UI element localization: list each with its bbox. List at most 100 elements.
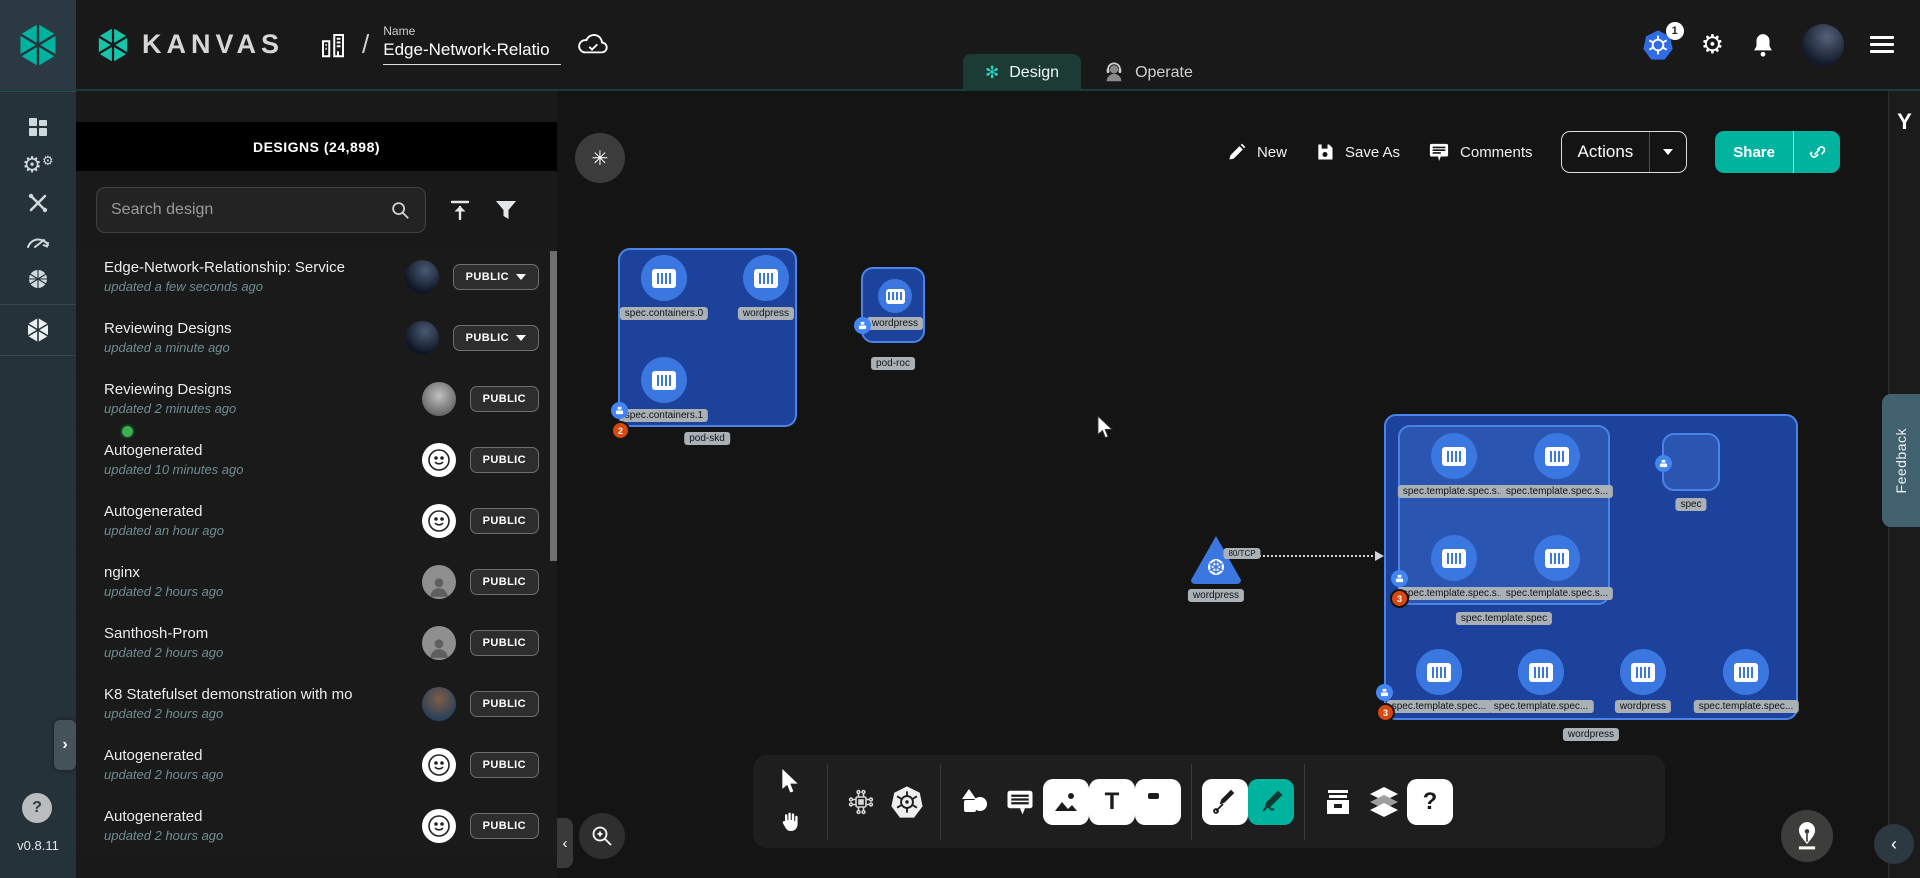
- kubernetes-context-button[interactable]: 1: [1641, 29, 1675, 61]
- node-spec[interactable]: [1662, 433, 1720, 491]
- search-icon[interactable]: [389, 199, 411, 221]
- template-info-badge[interactable]: [1391, 570, 1408, 587]
- menu-hamburger-icon[interactable]: [1870, 36, 1894, 53]
- kubernetes-components-tool[interactable]: [884, 779, 930, 825]
- rail-lifecycle-gears-icon[interactable]: ⚙⚙: [0, 146, 76, 184]
- tab-shape-tool[interactable]: [1135, 779, 1181, 825]
- node-pod-skd[interactable]: spec.containers.0 wordpress spec.contain…: [618, 248, 797, 427]
- panel-scrollbar[interactable]: [550, 251, 557, 561]
- zoom-in-button[interactable]: [579, 813, 625, 859]
- import-design-icon[interactable]: [448, 198, 472, 222]
- visibility-badge[interactable]: PUBLIC: [470, 569, 539, 595]
- node-container[interactable]: [1534, 535, 1580, 581]
- design-row[interactable]: nginxupdated 2 hours ago PUBLIC: [76, 552, 557, 611]
- design-row[interactable]: Edge-Network-Relationship: Serviceupdate…: [76, 247, 557, 306]
- node-container[interactable]: [1416, 649, 1462, 695]
- template-error-badge[interactable]: 3: [1390, 589, 1409, 608]
- design-row[interactable]: Santhosh-Promupdated 2 hours ago PUBLIC: [76, 613, 557, 672]
- tab-operate[interactable]: Operate: [1081, 54, 1215, 91]
- design-row[interactable]: Autogeneratedupdated 10 minutes ago PUBL…: [76, 430, 557, 489]
- drawer-tool[interactable]: [1315, 779, 1361, 825]
- rail-performance-gauge-icon[interactable]: [0, 222, 76, 260]
- pod-error-badge[interactable]: 2: [611, 421, 630, 440]
- visibility-badge[interactable]: PUBLIC: [470, 630, 539, 656]
- deployment-info-badge[interactable]: [1376, 684, 1393, 701]
- layers-tool[interactable]: [1361, 779, 1407, 825]
- pan-hand-tool[interactable]: [767, 803, 813, 841]
- design-pen-nib-button[interactable]: [1781, 810, 1833, 862]
- components-circuit-tool[interactable]: [838, 779, 884, 825]
- text-tool[interactable]: T: [1089, 779, 1135, 825]
- filter-funnel-icon[interactable]: [494, 199, 518, 221]
- new-button[interactable]: New: [1227, 142, 1287, 162]
- rail-mesh-icon[interactable]: [0, 260, 76, 298]
- design-row[interactable]: Autogeneratedupdated 2 hours ago PUBLIC: [76, 735, 557, 794]
- edge-service-to-deployment[interactable]: [1247, 555, 1377, 557]
- canvas-dock-button[interactable]: ✳: [575, 133, 625, 183]
- node-spec-template-spec[interactable]: spec.template.spec.s... spec.template.sp…: [1398, 425, 1610, 605]
- node-container[interactable]: [1620, 649, 1666, 695]
- save-as-button[interactable]: Save As: [1315, 142, 1400, 162]
- pen-tool[interactable]: [1202, 779, 1248, 825]
- node-container[interactable]: [743, 255, 789, 301]
- visibility-badge[interactable]: PUBLIC: [453, 264, 539, 290]
- image-tool[interactable]: [1043, 779, 1089, 825]
- design-search-box[interactable]: [96, 187, 426, 233]
- select-cursor-tool[interactable]: [767, 763, 813, 801]
- design-row[interactable]: K8 Statefulset demonstration with moupda…: [76, 674, 557, 733]
- pod-info-badge[interactable]: [854, 317, 871, 334]
- merge-branch-icon[interactable]: Y: [1894, 109, 1916, 135]
- actions-caret[interactable]: [1649, 132, 1686, 172]
- node-container[interactable]: [1431, 433, 1477, 479]
- design-row[interactable]: Autogeneratedupdated 2 hours ago PUBLIC: [76, 796, 557, 855]
- visibility-badge[interactable]: PUBLIC: [470, 508, 539, 534]
- node-container[interactable]: [641, 255, 687, 301]
- panel-collapse-chevron[interactable]: ‹: [557, 818, 573, 868]
- node-service-wordpress[interactable]: [1188, 534, 1244, 584]
- visibility-badge[interactable]: PUBLIC: [470, 691, 539, 717]
- shapes-tool[interactable]: [951, 779, 997, 825]
- rail-kanvas-icon[interactable]: [0, 311, 76, 349]
- pod-info-badge[interactable]: [611, 402, 628, 419]
- visibility-badge[interactable]: PUBLIC: [470, 447, 539, 473]
- user-avatar[interactable]: [1802, 24, 1844, 66]
- visibility-badge[interactable]: PUBLIC: [470, 752, 539, 778]
- comments-button[interactable]: Comments: [1428, 142, 1533, 162]
- meshery-logo[interactable]: [0, 0, 76, 90]
- freehand-draw-tool[interactable]: [1248, 779, 1294, 825]
- node-deployment-wordpress[interactable]: spec.template.spec.s... spec.template.sp…: [1384, 414, 1798, 720]
- comment-annotation-tool[interactable]: [997, 779, 1043, 825]
- tab-design[interactable]: ✻ Design: [963, 54, 1081, 91]
- node-container[interactable]: [641, 357, 687, 403]
- notifications-bell-icon[interactable]: [1750, 31, 1776, 59]
- design-canvas[interactable]: ✳ New Save As Comments Actions Share: [557, 91, 1888, 878]
- visibility-badge[interactable]: PUBLIC: [470, 386, 539, 412]
- toolbar-help-button[interactable]: ?: [1407, 779, 1453, 825]
- feedback-tab[interactable]: Feedback: [1882, 394, 1920, 527]
- visibility-badge[interactable]: PUBLIC: [453, 325, 539, 351]
- visibility-badge[interactable]: PUBLIC: [470, 813, 539, 839]
- node-container[interactable]: [1518, 649, 1564, 695]
- organization-icon[interactable]: [318, 30, 348, 60]
- design-row[interactable]: Reviewing Designsupdated 2 minutes ago P…: [76, 369, 557, 428]
- copy-link-icon[interactable]: [1793, 131, 1840, 173]
- design-row[interactable]: Autogeneratedupdated an hour ago PUBLIC: [76, 491, 557, 550]
- rail-expand-chevron[interactable]: ›: [54, 720, 76, 770]
- design-name-field[interactable]: Name Edge-Network-Relatio: [383, 24, 561, 65]
- rail-dashboard-icon[interactable]: [0, 108, 76, 146]
- deployment-error-badge[interactable]: 3: [1376, 703, 1395, 722]
- rail-configuration-tools-icon[interactable]: [0, 184, 76, 222]
- node-container[interactable]: [878, 279, 912, 313]
- design-name-value[interactable]: Edge-Network-Relatio: [383, 40, 561, 65]
- settings-gear-icon[interactable]: ⚙: [1701, 29, 1724, 60]
- actions-split-button[interactable]: Actions: [1561, 131, 1688, 173]
- node-container[interactable]: [1431, 535, 1477, 581]
- design-search-input[interactable]: [111, 201, 389, 219]
- share-split-button[interactable]: Share: [1715, 131, 1840, 173]
- help-button[interactable]: ?: [22, 793, 52, 823]
- node-pod-roc[interactable]: wordpress: [861, 267, 925, 343]
- right-panel-expand-chevron[interactable]: ‹: [1874, 824, 1914, 864]
- design-row[interactable]: Reviewing Designsupdated a minute ago PU…: [76, 308, 557, 367]
- node-container[interactable]: [1534, 433, 1580, 479]
- node-container[interactable]: [1723, 649, 1769, 695]
